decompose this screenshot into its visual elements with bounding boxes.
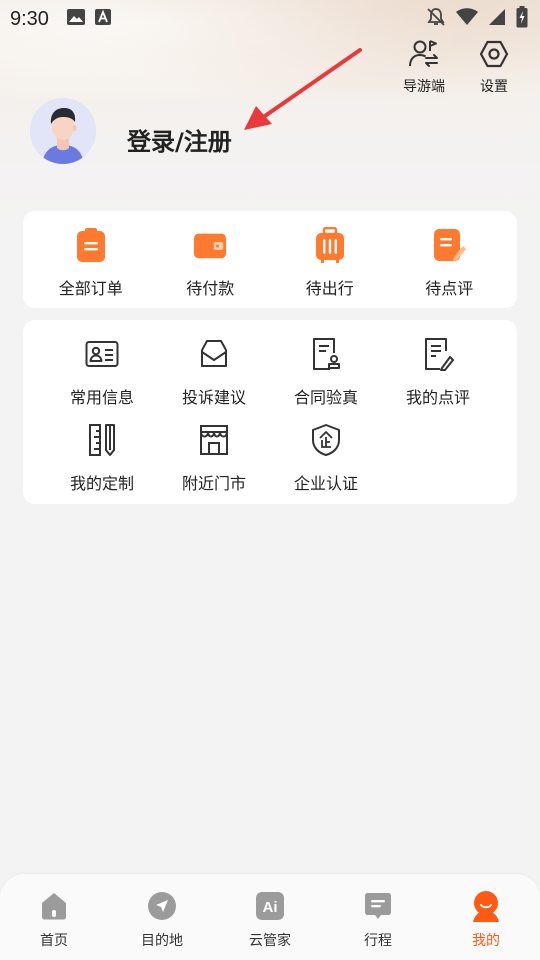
shield-qi-icon	[309, 422, 343, 458]
pending-travel-button[interactable]: 待出行	[280, 211, 380, 308]
nearby-store-button[interactable]: 附近门市	[158, 422, 270, 498]
nav-itinerary[interactable]: 行程	[324, 874, 432, 960]
orders-card: 全部订单 待付款 待出行 待点评	[23, 211, 517, 308]
home-icon	[38, 890, 70, 922]
review-pen-icon	[421, 336, 455, 372]
nav-itinerary-label: 行程	[364, 933, 392, 949]
common-info-button[interactable]: 常用信息	[46, 336, 158, 412]
login-register-link[interactable]: 登录/注册	[127, 122, 232, 157]
guide-switch-icon	[408, 38, 440, 70]
bell-off-icon	[426, 7, 446, 31]
contract-verify-button[interactable]: 合同验真	[270, 336, 382, 412]
top-actions: 导游端 设置	[400, 38, 518, 96]
ai-icon: Ai	[254, 890, 286, 922]
settings-button[interactable]: 设置	[470, 38, 518, 96]
common-info-label: 常用信息	[69, 388, 134, 407]
wallet-icon	[193, 227, 227, 263]
nav-home[interactable]: 首页	[0, 874, 108, 960]
my-reviews-label: 我的点评	[405, 388, 470, 407]
enterprise-cert-button[interactable]: 企业认证	[270, 422, 382, 498]
a-keyboard-icon	[94, 9, 111, 29]
pending-payment-button[interactable]: 待付款	[160, 211, 260, 308]
image-icon	[66, 9, 85, 29]
nav-destination[interactable]: 目的地	[108, 874, 216, 960]
nav-mine-label: 我的	[472, 933, 500, 949]
all-orders-button[interactable]: 全部订单	[41, 211, 141, 308]
clipboard-icon	[74, 227, 108, 263]
id-card-icon	[85, 336, 119, 372]
contract-verify-label: 合同验真	[293, 388, 358, 407]
settings-label: 设置	[480, 79, 508, 95]
signal-icon	[488, 8, 506, 30]
complaint-suggestion-label: 投诉建议	[181, 388, 246, 407]
profile-icon	[470, 890, 502, 922]
nav-cloud-butler[interactable]: Ai 云管家	[216, 874, 324, 960]
guide-mode-label: 导游端	[403, 79, 445, 95]
pending-review-label: 待点评	[425, 279, 474, 298]
nav-cloud-butler-label: 云管家	[249, 933, 291, 949]
edit-note-icon	[432, 227, 467, 263]
battery-icon	[516, 6, 528, 32]
nav-home-label: 首页	[40, 933, 68, 949]
navigation-icon	[146, 890, 178, 922]
guide-mode-button[interactable]: 导游端	[400, 38, 448, 96]
nav-destination-label: 目的地	[141, 933, 183, 949]
my-custom-label: 我的定制	[69, 474, 134, 493]
enterprise-cert-label: 企业认证	[293, 474, 358, 493]
pending-payment-label: 待付款	[186, 279, 235, 298]
nav-mine[interactable]: 我的	[432, 874, 540, 960]
svg-text:Ai: Ai	[263, 899, 278, 916]
contract-stamp-icon	[309, 336, 343, 372]
store-icon	[197, 422, 231, 458]
all-orders-label: 全部订单	[58, 279, 123, 298]
pending-travel-label: 待出行	[305, 279, 354, 298]
services-card: 常用信息 投诉建议 合同验真 我的点评 我的定制 附近门市 企业认证	[23, 320, 517, 504]
complaint-suggestion-button[interactable]: 投诉建议	[158, 336, 270, 412]
status-bar: 9:30	[0, 0, 540, 38]
luggage-icon	[313, 227, 347, 263]
wifi-icon	[456, 8, 478, 30]
nearby-store-label: 附近门市	[181, 474, 246, 493]
pending-review-button[interactable]: 待点评	[399, 211, 499, 308]
my-reviews-button[interactable]: 我的点评	[382, 336, 494, 412]
avatar[interactable]	[30, 98, 96, 164]
itinerary-icon	[362, 890, 394, 922]
settings-hexagon-icon	[478, 38, 510, 70]
bottom-nav: 首页 目的地 Ai 云管家 行程 我的	[0, 874, 540, 960]
mail-box-icon	[197, 336, 231, 372]
status-time: 9:30	[10, 7, 49, 30]
my-custom-button[interactable]: 我的定制	[46, 422, 158, 498]
ruler-icon	[85, 422, 119, 458]
